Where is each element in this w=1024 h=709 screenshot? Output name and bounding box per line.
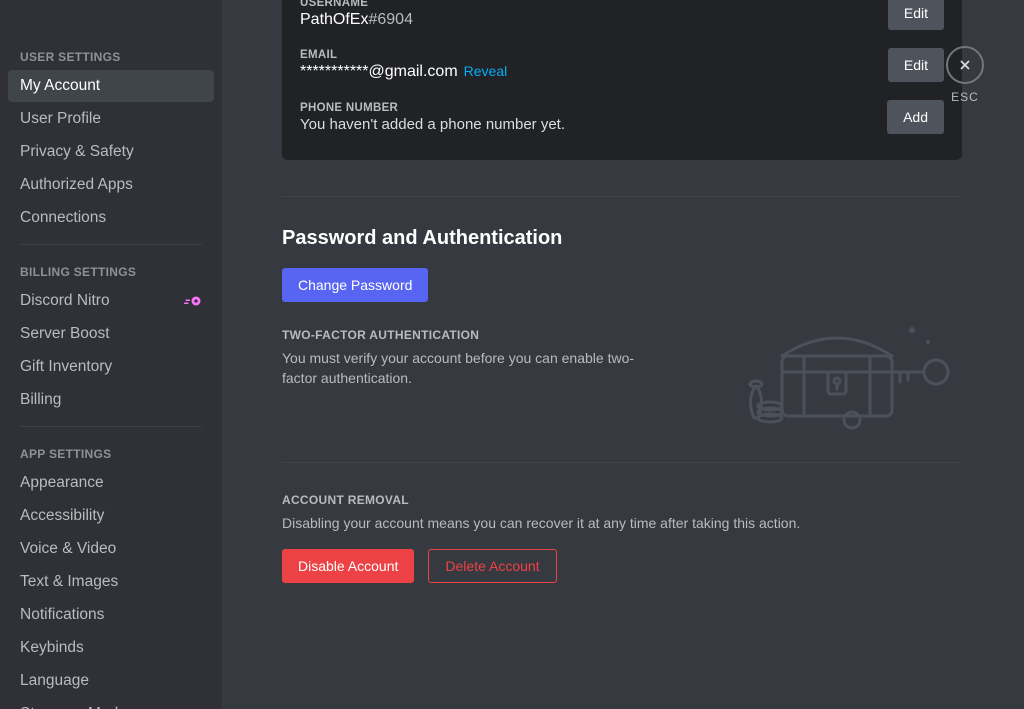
sidebar-divider — [20, 426, 202, 427]
phone-label: PHONE NUMBER — [300, 102, 565, 114]
add-phone-button[interactable]: Add — [887, 100, 944, 134]
sidebar-item-label: Billing — [20, 391, 61, 409]
delete-account-button[interactable]: Delete Account — [428, 549, 556, 583]
sidebar-header: APP SETTINGS — [8, 437, 214, 467]
section-divider-2 — [282, 462, 962, 463]
sidebar-item-privacy-safety[interactable]: Privacy & Safety — [8, 136, 214, 168]
sidebar-item-appearance[interactable]: Appearance — [8, 467, 214, 499]
sidebar-divider — [20, 244, 202, 245]
sidebar-item-billing[interactable]: Billing — [8, 384, 214, 416]
sidebar-item-label: Connections — [20, 209, 106, 227]
close-button[interactable] — [946, 46, 984, 84]
edit-email-button[interactable]: Edit — [888, 48, 944, 82]
sidebar-header: BILLING SETTINGS — [8, 255, 214, 285]
edit-username-button[interactable]: Edit — [888, 0, 944, 30]
close-label: ESC — [946, 90, 984, 104]
nitro-badge-icon — [184, 294, 202, 308]
main-area: ESC USERNAME PathOfEx#6904 Edit EMAIL — [222, 0, 1024, 709]
twofa-row: TWO-FACTOR AUTHENTICATION You must verif… — [282, 302, 962, 432]
section-divider — [282, 196, 962, 197]
sidebar-item-label: Server Boost — [20, 325, 110, 343]
sidebar-item-language[interactable]: Language — [8, 665, 214, 697]
sidebar-item-connections[interactable]: Connections — [8, 202, 214, 234]
sidebar-item-streamer-mode[interactable]: Streamer Mode — [8, 698, 214, 709]
account-removal-description: Disabling your account means you can rec… — [282, 513, 962, 533]
account-removal-header: ACCOUNT REMOVAL — [282, 493, 962, 507]
close-area: ESC — [946, 46, 984, 104]
change-password-button[interactable]: Change Password — [282, 268, 428, 302]
sidebar-item-voice-video[interactable]: Voice & Video — [8, 533, 214, 565]
username-discriminator: #6904 — [368, 11, 413, 28]
sidebar-item-authorized-apps[interactable]: Authorized Apps — [8, 169, 214, 201]
sidebar-item-my-account[interactable]: My Account — [8, 70, 214, 102]
sidebar-item-discord-nitro[interactable]: Discord Nitro — [8, 285, 214, 317]
sidebar-item-keybinds[interactable]: Keybinds — [8, 632, 214, 664]
twofa-header: TWO-FACTOR AUTHENTICATION — [282, 328, 662, 342]
sidebar-item-accessibility[interactable]: Accessibility — [8, 500, 214, 532]
sidebar-item-label: Accessibility — [20, 507, 104, 525]
sidebar-item-server-boost[interactable]: Server Boost — [8, 318, 214, 350]
sidebar-item-label: Privacy & Safety — [20, 143, 134, 161]
email-masked: ***********@gmail.com — [300, 63, 458, 80]
sidebar-item-gift-inventory[interactable]: Gift Inventory — [8, 351, 214, 383]
app-root: USER SETTINGS My Account User Profile Priva… — [0, 0, 1024, 709]
account-removal-buttons: Disable Account Delete Account — [282, 549, 962, 583]
phone-value: You haven't added a phone number yet. — [300, 116, 565, 133]
username-name: PathOfEx — [300, 11, 368, 28]
email-value: ***********@gmail.com Reveal — [300, 63, 507, 81]
sidebar-header: USER SETTINGS — [8, 40, 214, 70]
username-value: PathOfEx#6904 — [300, 11, 413, 29]
sidebar-item-label: Streamer Mode — [20, 705, 127, 709]
username-row: USERNAME PathOfEx#6904 Edit — [300, 0, 944, 34]
account-card: USERNAME PathOfEx#6904 Edit EMAIL ******… — [282, 0, 962, 160]
twofa-description: You must verify your account before you … — [282, 348, 662, 389]
email-row: EMAIL ***********@gmail.com Reveal Edit — [300, 34, 944, 86]
reveal-email-link[interactable]: Reveal — [464, 63, 508, 79]
sidebar-item-label: Discord Nitro — [20, 292, 110, 310]
sidebar-item-label: Language — [20, 672, 89, 690]
phone-row: PHONE NUMBER You haven't added a phone n… — [300, 86, 944, 146]
email-label: EMAIL — [300, 49, 507, 61]
sidebar-item-user-profile[interactable]: User Profile — [8, 103, 214, 135]
sidebar-item-label: Voice & Video — [20, 540, 116, 558]
password-section-title: Password and Authentication — [282, 227, 962, 250]
sidebar-item-label: Gift Inventory — [20, 358, 112, 376]
close-icon — [957, 57, 973, 73]
sidebar-item-label: User Profile — [20, 110, 101, 128]
sidebar-item-label: Keybinds — [20, 639, 84, 657]
sidebar-item-label: Appearance — [20, 474, 104, 492]
content: USERNAME PathOfEx#6904 Edit EMAIL ******… — [282, 0, 962, 583]
sidebar-item-label: Authorized Apps — [20, 176, 133, 194]
sidebar-item-text-images[interactable]: Text & Images — [8, 566, 214, 598]
sidebar-item-label: Text & Images — [20, 573, 118, 591]
sidebar-item-label: My Account — [20, 77, 100, 95]
settings-sidebar: USER SETTINGS My Account User Profile Priva… — [0, 0, 222, 709]
sidebar-item-notifications[interactable]: Notifications — [8, 599, 214, 631]
disable-account-button[interactable]: Disable Account — [282, 549, 414, 583]
sidebar-item-label: Notifications — [20, 606, 104, 624]
username-label: USERNAME — [300, 0, 413, 9]
twofa-illustration — [712, 302, 962, 432]
